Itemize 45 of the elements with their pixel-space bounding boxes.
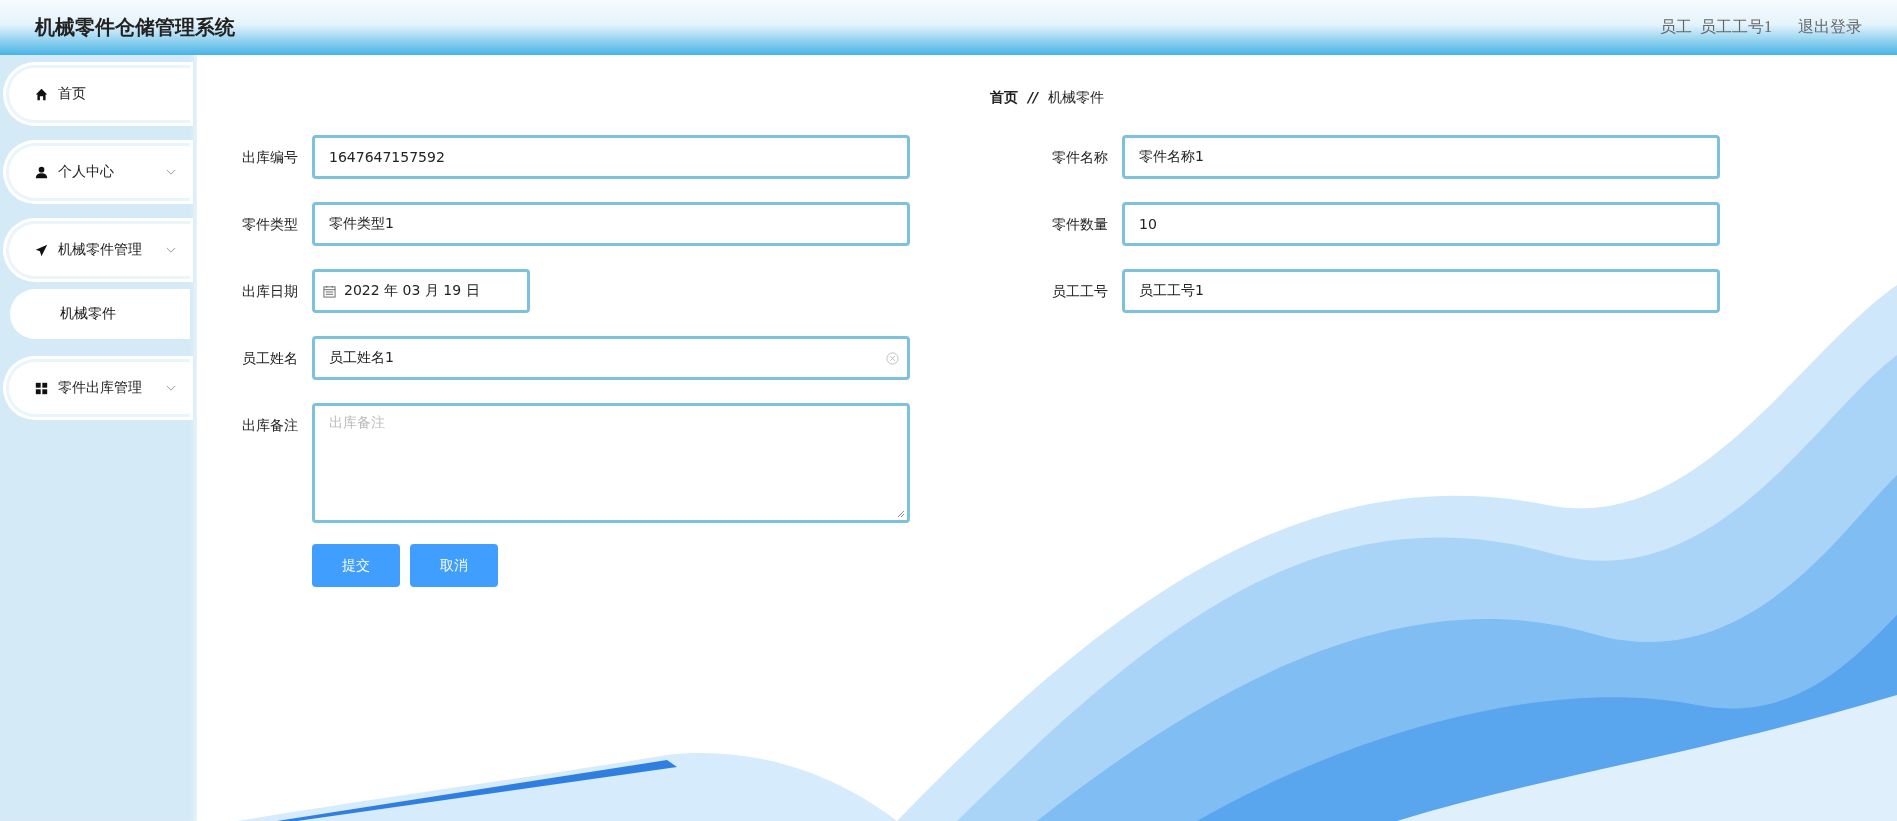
- field-label: 员工姓名: [242, 349, 299, 368]
- chevron-down-icon: [166, 246, 176, 254]
- resize-handle-icon[interactable]: [897, 510, 905, 518]
- calendar-icon: [323, 284, 336, 298]
- user-name: 员工工号1: [1700, 17, 1772, 37]
- chevron-down-icon: [166, 168, 176, 176]
- breadcrumb-current: 机械零件: [1048, 89, 1105, 107]
- breadcrumb-link[interactable]: 首页: [989, 89, 1018, 107]
- chevron-down-icon: [166, 384, 176, 392]
- field-value: 10: [1139, 216, 1157, 232]
- field-label: 零件类型: [242, 215, 299, 234]
- field-value: 1647647157592: [329, 149, 445, 165]
- date-field[interactable]: 2022 年 03 月 19 日: [312, 269, 530, 313]
- field-label: 出库备注: [242, 416, 299, 435]
- field-label: 出库编号: [242, 148, 299, 167]
- breadcrumb-separator: //: [1027, 89, 1039, 107]
- sidebar-item[interactable]: 个人中心: [6, 143, 190, 201]
- sidebar-item[interactable]: 首页: [6, 65, 190, 123]
- home-icon: [35, 87, 48, 101]
- field-label: 员工工号: [1052, 282, 1109, 301]
- user-role: 员工: [1660, 17, 1692, 37]
- field-label: 零件名称: [1052, 148, 1109, 167]
- input-field[interactable]: 零件名称1: [1122, 135, 1720, 179]
- field-value: 2022 年 03 月 19 日: [344, 282, 480, 300]
- placeholder-text: 出库备注: [329, 414, 385, 432]
- grid-icon: [35, 381, 48, 395]
- clear-icon[interactable]: [886, 351, 899, 365]
- sidebar-item[interactable]: 零件出库管理: [6, 359, 190, 417]
- logout-link[interactable]: 退出登录: [1798, 17, 1862, 38]
- input-field[interactable]: 零件类型1: [312, 202, 910, 246]
- input-field[interactable]: 员工姓名1: [312, 336, 910, 380]
- field-value: 员工姓名1: [329, 349, 394, 367]
- user-icon: [35, 165, 48, 179]
- field-label: 零件数量: [1052, 215, 1109, 234]
- field-label: 出库日期: [242, 282, 299, 301]
- paper-plane-icon: [35, 243, 48, 257]
- field-value: 员工工号1: [1139, 282, 1204, 300]
- field-value: 零件名称1: [1139, 148, 1204, 166]
- input-field[interactable]: 1647647157592: [312, 135, 910, 179]
- submenu-item[interactable]: 机械零件: [10, 289, 190, 339]
- sidebar-item[interactable]: 机械零件管理: [6, 221, 190, 279]
- field-value: 零件类型1: [329, 215, 394, 233]
- app-title: 机械零件仓储管理系统: [35, 15, 235, 40]
- input-field[interactable]: 10: [1122, 202, 1720, 246]
- input-field[interactable]: 员工工号1: [1122, 269, 1720, 313]
